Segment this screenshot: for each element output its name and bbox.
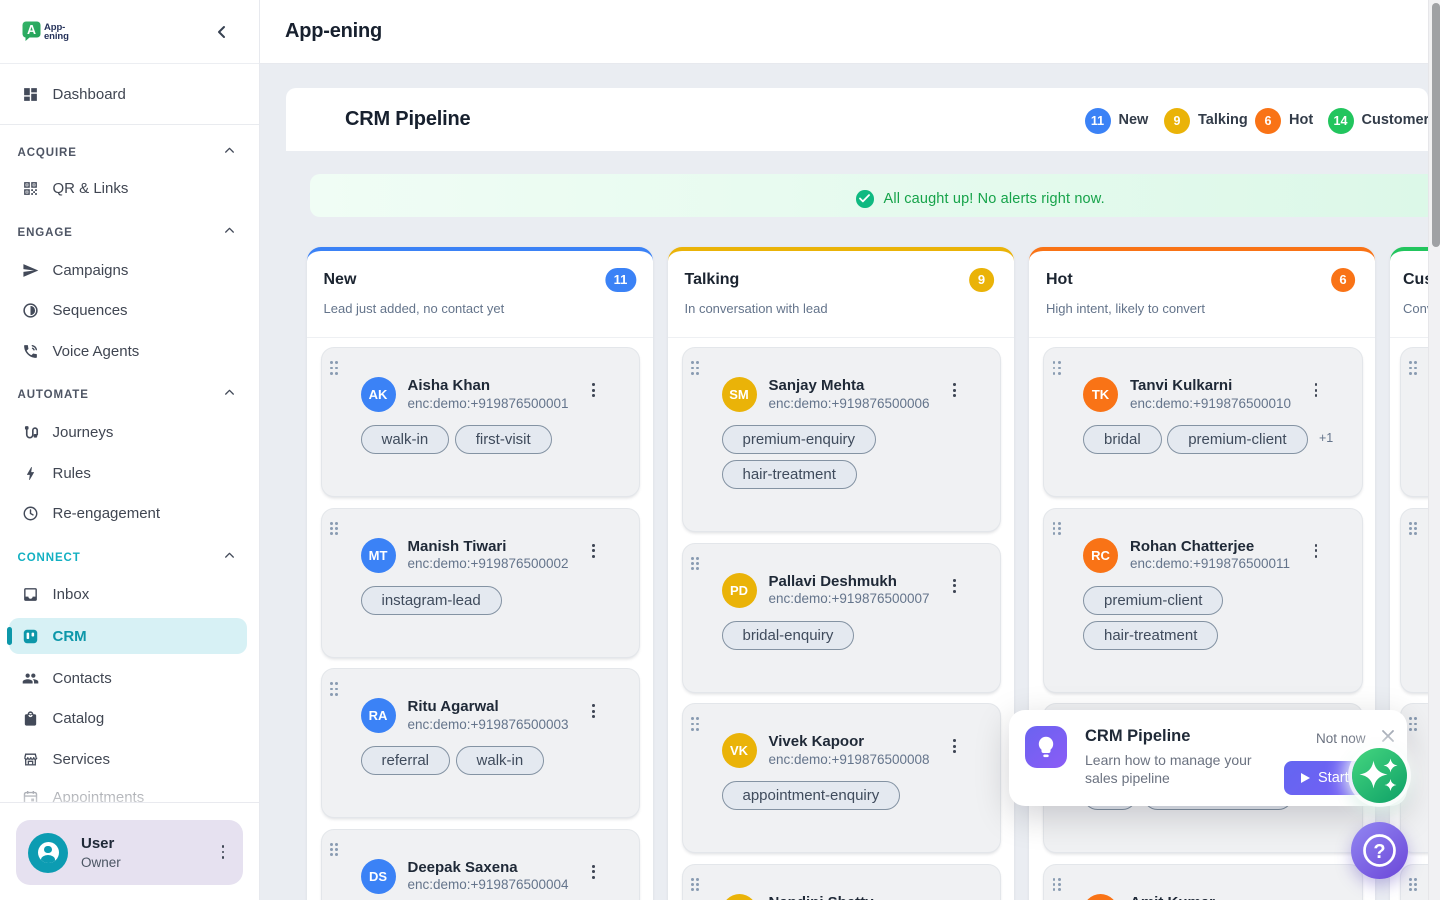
- svg-text:A: A: [27, 23, 36, 37]
- svg-text:?: ?: [1373, 841, 1385, 863]
